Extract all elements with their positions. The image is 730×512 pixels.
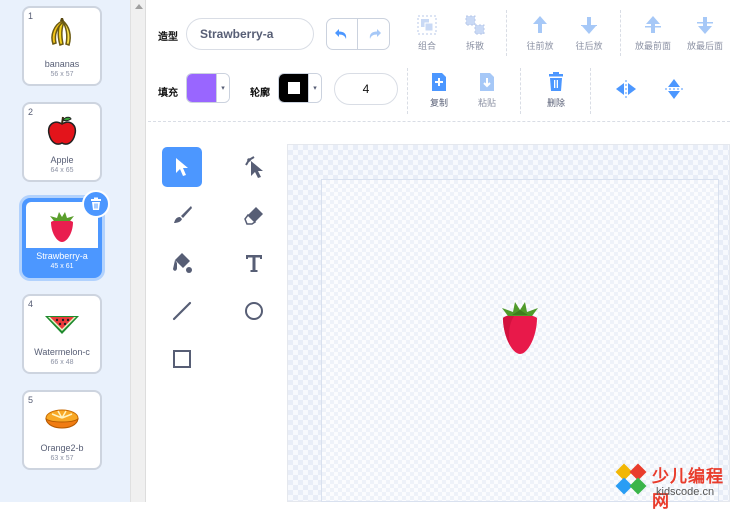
chevron-down-icon[interactable]: ▾ xyxy=(216,74,229,102)
rectangle-tool[interactable] xyxy=(162,339,202,379)
flip-horizontal-button[interactable] xyxy=(603,77,649,103)
trash-icon xyxy=(533,70,579,94)
group-button[interactable]: 组合 xyxy=(404,13,450,52)
backward-label: 往后放 xyxy=(575,41,603,51)
costume-tile-bananas[interactable]: 1 bananas 56 x 57 xyxy=(22,6,102,86)
fill-swatch[interactable] xyxy=(187,74,216,102)
costume-size: 66 x 48 xyxy=(50,359,74,366)
reshape-icon xyxy=(245,156,263,178)
ungroup-icon xyxy=(452,13,498,37)
costume-label: 造型 xyxy=(158,32,178,43)
copy-icon xyxy=(416,70,462,94)
front-label: 放最前面 xyxy=(634,41,671,51)
undo-icon xyxy=(335,29,347,39)
costume-tile-watermelon[interactable]: 4 Watermelon-c 66 x 48 xyxy=(22,294,102,374)
apple-icon xyxy=(24,110,100,152)
copy-button[interactable]: 复制 xyxy=(416,70,462,109)
redo-icon xyxy=(369,29,381,39)
orange-icon xyxy=(24,398,100,440)
flip-vertical-icon xyxy=(651,77,697,101)
banana-icon xyxy=(24,14,100,56)
group-icon xyxy=(404,13,450,37)
redo-button[interactable] xyxy=(358,19,389,49)
line-tool[interactable] xyxy=(162,291,202,331)
costume-name: Apple xyxy=(50,155,74,165)
costume-size: 64 x 65 xyxy=(50,167,74,174)
costume-size: 45 x 61 xyxy=(50,263,74,270)
ungroup-label: 拆散 xyxy=(465,41,484,51)
delete-costume-button[interactable] xyxy=(82,190,110,218)
undo-button[interactable] xyxy=(327,19,359,49)
costume-size: 63 x 57 xyxy=(50,455,74,462)
kidscode-logo-icon xyxy=(615,463,647,495)
brush-tool[interactable] xyxy=(162,195,202,235)
line-icon xyxy=(172,301,192,321)
rectangle-icon xyxy=(173,350,191,368)
delete-button[interactable]: 删除 xyxy=(533,70,579,109)
brush-icon xyxy=(174,206,192,223)
paste-button[interactable]: 粘贴 xyxy=(464,70,510,109)
bring-to-front-icon xyxy=(630,13,676,37)
fill-tool[interactable] xyxy=(162,243,202,283)
chevron-down-icon[interactable]: ▾ xyxy=(308,74,321,102)
text-icon xyxy=(246,255,262,272)
group-label: 组合 xyxy=(417,41,436,51)
outline-label: 轮廓 xyxy=(250,88,270,99)
delete-label: 删除 xyxy=(546,98,565,108)
undo-redo-group xyxy=(326,18,390,50)
trash-icon xyxy=(91,197,101,210)
costume-tile-orange[interactable]: 5 Orange2-b 63 x 57 xyxy=(22,390,102,470)
reshape-tool[interactable] xyxy=(234,147,274,187)
ungroup-button[interactable]: 拆散 xyxy=(452,13,498,52)
flip-horizontal-icon xyxy=(603,77,649,101)
eraser-tool[interactable] xyxy=(234,195,274,235)
paste-label: 粘贴 xyxy=(477,98,496,108)
costume-size: 56 x 57 xyxy=(50,71,74,78)
flip-vertical-button[interactable] xyxy=(651,77,697,103)
arrow-down-icon xyxy=(566,13,612,37)
watermark-logo: 少儿编程网 kidscode.cn xyxy=(610,456,730,511)
text-tool[interactable] xyxy=(234,243,274,283)
eraser-icon xyxy=(244,207,263,225)
scroll-up-icon[interactable] xyxy=(135,4,143,9)
select-tool[interactable] xyxy=(162,147,202,187)
costume-name: Orange2-b xyxy=(40,443,84,453)
arrow-up-icon xyxy=(517,13,563,37)
forward-label: 往前放 xyxy=(526,41,554,51)
paint-canvas[interactable] xyxy=(321,179,719,502)
fill-color-picker[interactable]: ▾ xyxy=(186,73,230,103)
fill-label: 填充 xyxy=(158,88,178,99)
paint-bucket-icon xyxy=(173,253,192,273)
costume-name: bananas xyxy=(44,59,80,69)
costume-tile-apple[interactable]: 2 Apple 64 x 65 xyxy=(22,102,102,182)
outline-color-picker[interactable]: ▾ xyxy=(278,73,322,103)
outline-swatch[interactable] xyxy=(279,74,308,102)
costume-name: Watermelon-c xyxy=(34,347,90,357)
outline-width-input[interactable]: 4 xyxy=(334,73,398,105)
watermelon-icon xyxy=(24,302,100,344)
costume-name: Strawberry-a xyxy=(36,251,88,261)
costume-name-input[interactable]: Strawberry-a xyxy=(186,18,314,50)
front-button[interactable]: 放最前面 xyxy=(630,13,676,52)
back-button[interactable]: 放最后面 xyxy=(682,13,728,52)
costume-list: 1 bananas 56 x 57 2 Apple 64 x 65 3 Stra… xyxy=(0,0,130,502)
circle-tool[interactable] xyxy=(234,291,274,331)
watermark-url: kidscode.cn xyxy=(656,486,715,498)
strawberry-sprite[interactable] xyxy=(500,300,540,356)
back-label: 放最后面 xyxy=(686,41,723,51)
select-arrow-icon xyxy=(176,158,188,176)
paste-icon xyxy=(464,70,510,94)
backward-button[interactable]: 往后放 xyxy=(566,13,612,52)
costume-list-scrollbar[interactable] xyxy=(130,0,146,502)
forward-button[interactable]: 往前放 xyxy=(517,13,563,52)
circle-icon xyxy=(245,302,263,320)
send-to-back-icon xyxy=(682,13,728,37)
copy-label: 复制 xyxy=(429,98,448,108)
